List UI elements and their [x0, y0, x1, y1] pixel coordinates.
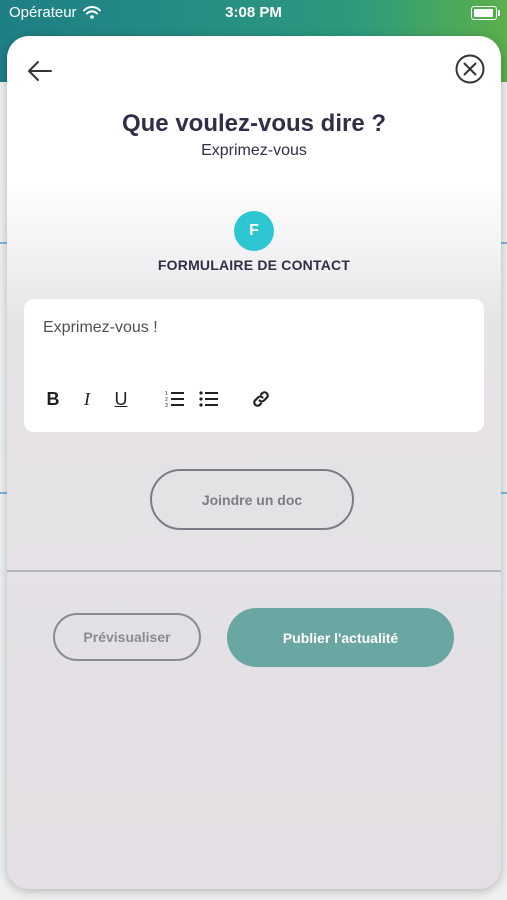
ordered-list-button[interactable]: 1 2 3	[164, 387, 186, 411]
publish-button[interactable]: Publier l'actualité	[227, 608, 454, 667]
post-modal: Que voulez-vous dire ? Exprimez-vous F F…	[7, 36, 501, 889]
link-icon	[253, 391, 269, 407]
preview-button[interactable]: Prévisualiser	[53, 613, 201, 661]
message-editor[interactable]: Exprimez-vous ! B I U 1 2 3	[24, 299, 484, 432]
section-divider	[7, 570, 501, 572]
close-icon[interactable]	[454, 53, 486, 85]
modal-title: Que voulez-vous dire ?	[121, 110, 387, 137]
form-name: FORMULAIRE DE CONTACT	[157, 257, 351, 273]
svg-text:3: 3	[165, 403, 168, 408]
bullet-list-icon	[199, 391, 218, 407]
link-button[interactable]	[250, 387, 272, 411]
bullet-list-button[interactable]	[198, 387, 220, 411]
editor-placeholder[interactable]: Exprimez-vous !	[43, 319, 158, 337]
form-avatar: F	[234, 211, 274, 251]
back-arrow-icon[interactable]	[25, 56, 55, 86]
battery-icon	[471, 6, 500, 20]
bold-button[interactable]: B	[42, 387, 64, 411]
ordered-list-icon: 1 2 3	[165, 391, 184, 408]
italic-button[interactable]: I	[76, 387, 98, 411]
attach-document-button[interactable]: Joindre un doc	[150, 469, 354, 530]
status-bar: Opérateur 3:08 PM	[0, 0, 507, 26]
modal-subtitle: Exprimez-vous	[201, 142, 307, 159]
status-time: 3:08 PM	[225, 4, 282, 21]
underline-button[interactable]: U	[110, 387, 132, 411]
